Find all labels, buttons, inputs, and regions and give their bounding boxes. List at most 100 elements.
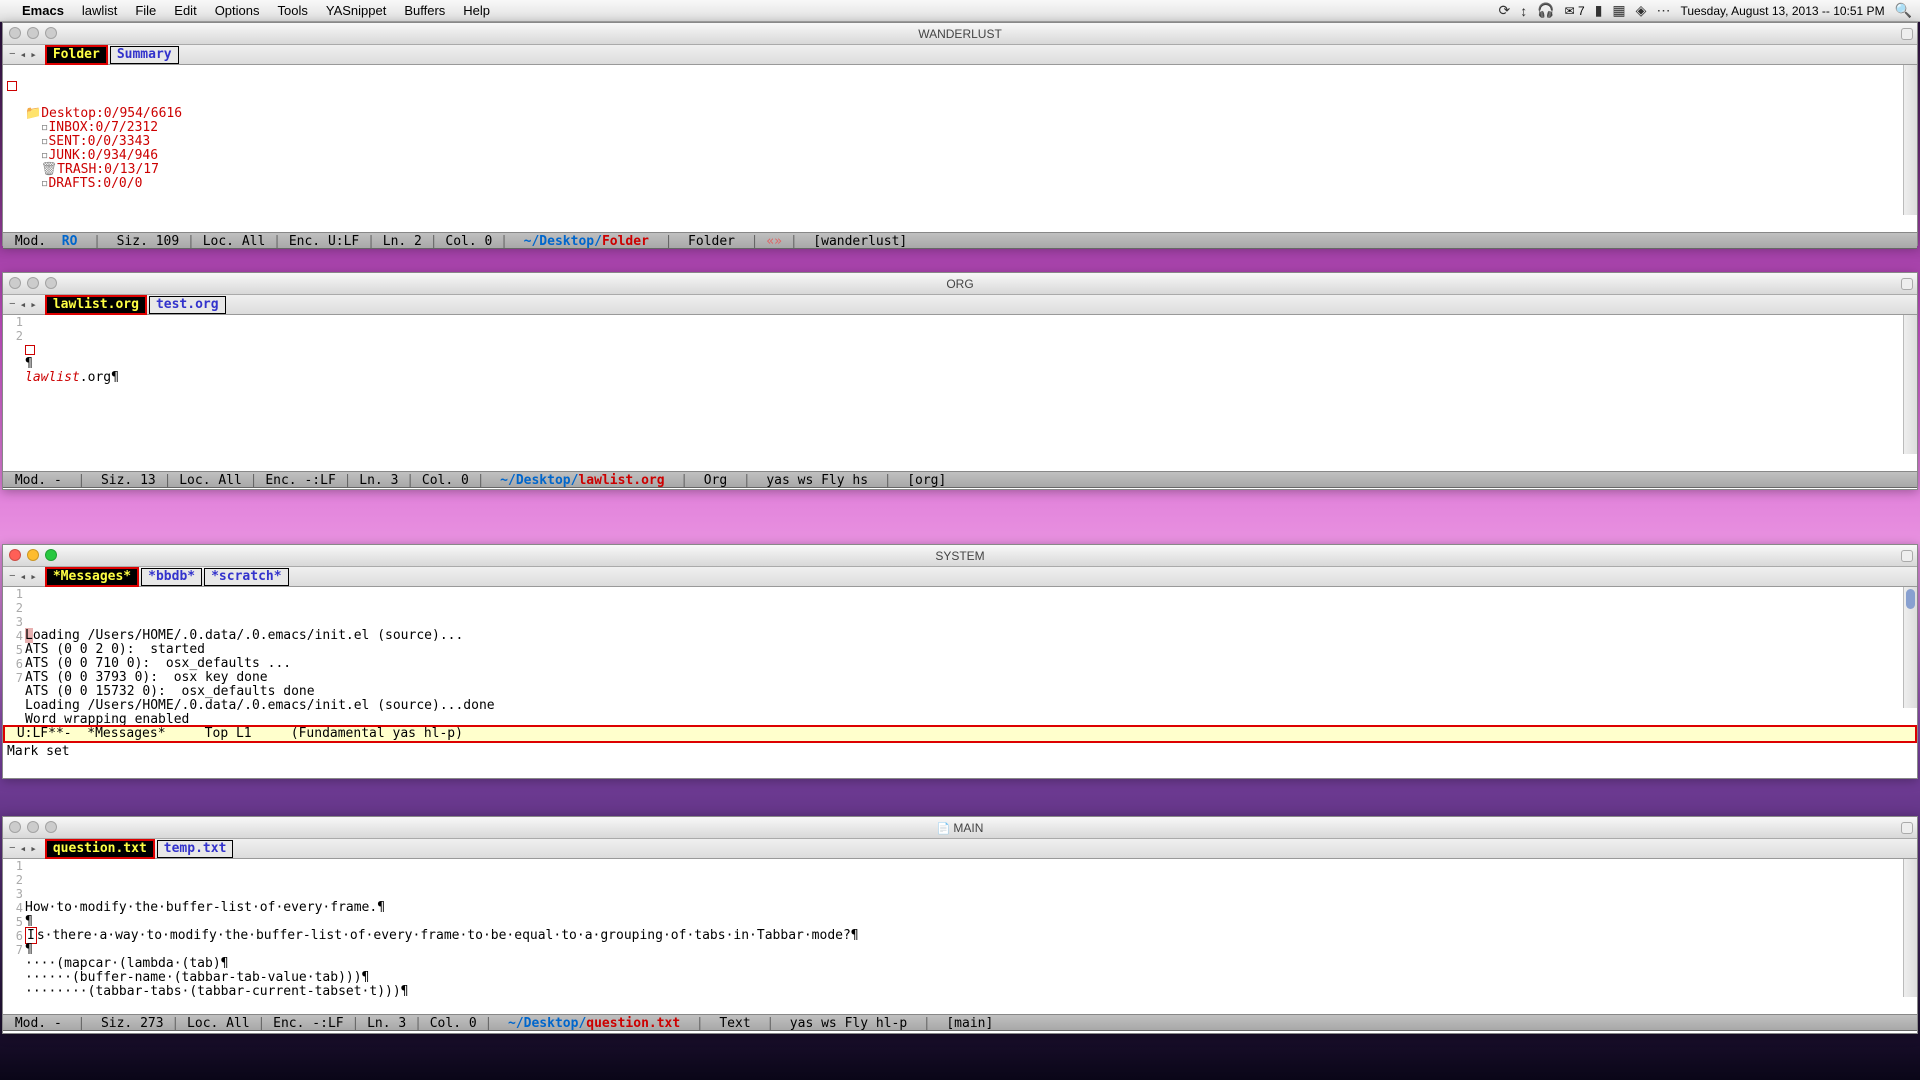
folder-desktop[interactable]: Desktop:0/954/6616 bbox=[41, 106, 182, 121]
text-line: ····(mapcar·(lambda·(tab)¶ bbox=[25, 956, 229, 971]
mail-icon[interactable]: ✉ 7 bbox=[1565, 4, 1585, 18]
close-button[interactable] bbox=[9, 27, 21, 39]
close-button[interactable] bbox=[9, 549, 21, 561]
wifi-icon[interactable]: ◈ bbox=[1636, 2, 1647, 19]
tabbar-nav[interactable]: −◂▸ bbox=[7, 570, 39, 584]
msg-line: oading /Users/HOME/.0.data/.0.emacs/init… bbox=[33, 628, 463, 643]
battery-icon[interactable]: ▮ bbox=[1595, 2, 1603, 19]
traffic-lights[interactable] bbox=[9, 277, 57, 289]
modeline-wanderlust: Mod. RO | Siz. 109 | Loc. All | Enc. U:L… bbox=[3, 232, 1917, 249]
tabbar-nav[interactable]: −◂▸ bbox=[7, 48, 39, 62]
dropbox-icon[interactable]: ⟳ bbox=[1498, 2, 1510, 19]
tab-messages[interactable]: *Messages* bbox=[45, 567, 139, 587]
scrollbar[interactable] bbox=[1903, 859, 1917, 997]
text-line: ¶ bbox=[25, 942, 33, 957]
minimize-button[interactable] bbox=[27, 277, 39, 289]
zoom-button[interactable] bbox=[45, 821, 57, 833]
buffer-folder[interactable]: 📁Desktop:0/954/6616 ▫INBOX:0/7/2312 ▫SEN… bbox=[3, 65, 1917, 232]
scrollbar[interactable] bbox=[1903, 65, 1917, 215]
cursor-indicator bbox=[25, 345, 35, 355]
line-numbers: 1 2 3 4 5 6 7 bbox=[3, 587, 23, 685]
resize-grip-icon[interactable] bbox=[1901, 822, 1913, 834]
menu-item-yasnippet[interactable]: YASnippet bbox=[326, 3, 386, 18]
menubar-right: ⟳ ↕ 🎧 ✉ 7 ▮ ▦ ◈ ⋯ Tuesday, August 13, 20… bbox=[1498, 2, 1912, 19]
title-text: WANDERLUST bbox=[918, 27, 1002, 41]
msg-line: Loading /Users/HOME/.0.data/.0.emacs/ini… bbox=[25, 698, 495, 713]
resize-grip-icon[interactable] bbox=[1901, 278, 1913, 290]
folder-trash[interactable]: TRASH:0/13/17 bbox=[57, 162, 159, 177]
frame-org: ORG −◂▸ lawlist.org test.org 1 2 ¶ lawli… bbox=[2, 272, 1918, 490]
titlebar-org[interactable]: ORG bbox=[3, 273, 1917, 295]
folder-drafts[interactable]: DRAFTS:0/0/0 bbox=[48, 176, 142, 191]
menu-item-lawlist[interactable]: lawlist bbox=[82, 3, 117, 18]
msg-line: ATS (0 0 710 0): osx_defaults ... bbox=[25, 656, 291, 671]
zoom-button[interactable] bbox=[45, 549, 57, 561]
traffic-lights[interactable] bbox=[9, 821, 57, 833]
line-numbers: 1 2 bbox=[3, 315, 23, 343]
menu-item-file[interactable]: File bbox=[135, 3, 156, 18]
scrollbar[interactable] bbox=[1903, 315, 1917, 454]
scrollbar[interactable] bbox=[1903, 587, 1917, 708]
text-line: How·to·modify·the·buffer-list·of·every·f… bbox=[25, 900, 385, 915]
close-button[interactable] bbox=[9, 821, 21, 833]
msg-line: ATS (0 0 3793 0): osx key done bbox=[25, 670, 268, 685]
display-icon[interactable]: ▦ bbox=[1612, 2, 1625, 19]
spotlight-icon[interactable]: 🔍 bbox=[1895, 2, 1912, 19]
tab-temp-txt[interactable]: temp.txt bbox=[157, 840, 234, 858]
headphones-icon[interactable]: 🎧 bbox=[1537, 2, 1554, 19]
folder-inbox[interactable]: INBOX:0/7/2312 bbox=[48, 120, 158, 135]
text-line: s·there·a·way·to·modify·the·buffer-list·… bbox=[37, 928, 859, 943]
text-line: ······(buffer-name·(tabbar-tab-value·tab… bbox=[25, 970, 369, 985]
tabbar-nav[interactable]: −◂▸ bbox=[7, 298, 39, 312]
msg-line: Word wrapping enabled bbox=[25, 712, 189, 725]
traffic-lights[interactable] bbox=[9, 549, 57, 561]
folder-junk[interactable]: JUNK:0/934/946 bbox=[48, 148, 158, 163]
buffer-question[interactable]: 1 2 3 4 5 6 7 How·to·modify·the·buffer-l… bbox=[3, 859, 1917, 1014]
titlebar-wanderlust[interactable]: WANDERLUST bbox=[3, 23, 1917, 45]
minimize-button[interactable] bbox=[27, 27, 39, 39]
folder-sent[interactable]: SENT:0/0/3343 bbox=[48, 134, 150, 149]
menu-item-help[interactable]: Help bbox=[463, 3, 490, 18]
menu-item-edit[interactable]: Edit bbox=[174, 3, 196, 18]
sync-icon[interactable]: ↕ bbox=[1520, 3, 1527, 19]
frame-wanderlust: WANDERLUST −◂▸ Folder Summary 📁Desktop:0… bbox=[2, 22, 1918, 246]
titlebar-main[interactable]: 📄 MAIN bbox=[3, 817, 1917, 839]
titlebar-system[interactable]: SYSTEM bbox=[3, 545, 1917, 567]
frame-system: SYSTEM −◂▸ *Messages* *bbdb* *scratch* 1… bbox=[2, 544, 1918, 779]
buffer-messages[interactable]: 1 2 3 4 5 6 7 Loading /Users/HOME/.0.dat… bbox=[3, 587, 1917, 725]
text-line: ········(tabbar-tabs·(tabbar-current-tab… bbox=[25, 984, 409, 999]
minimize-button[interactable] bbox=[27, 549, 39, 561]
menu-extra-icon[interactable]: ⋯ bbox=[1656, 2, 1670, 19]
minimize-button[interactable] bbox=[27, 821, 39, 833]
close-button[interactable] bbox=[9, 277, 21, 289]
traffic-lights[interactable] bbox=[9, 27, 57, 39]
modeline-main: Mod. - | Siz. 273 | Loc. All | Enc. -:LF… bbox=[3, 1014, 1917, 1031]
buffer-org[interactable]: 1 2 ¶ lawlist.org¶ bbox=[3, 315, 1917, 471]
zoom-button[interactable] bbox=[45, 277, 57, 289]
tabbar-org: −◂▸ lawlist.org test.org bbox=[3, 295, 1917, 315]
resize-grip-icon[interactable] bbox=[1901, 550, 1913, 562]
clock[interactable]: Tuesday, August 13, 2013 -- 10:51 PM bbox=[1680, 4, 1884, 18]
menu-item-buffers[interactable]: Buffers bbox=[404, 3, 445, 18]
tab-test-org[interactable]: test.org bbox=[149, 296, 226, 314]
cursor-indicator bbox=[7, 81, 17, 91]
zoom-button[interactable] bbox=[45, 27, 57, 39]
tab-scratch[interactable]: *scratch* bbox=[204, 568, 288, 586]
app-name[interactable]: Emacs bbox=[22, 3, 64, 18]
menu-item-options[interactable]: Options bbox=[215, 3, 260, 18]
tabbar-wanderlust: −◂▸ Folder Summary bbox=[3, 45, 1917, 65]
tab-lawlist-org[interactable]: lawlist.org bbox=[45, 295, 147, 315]
title-text: ORG bbox=[946, 277, 973, 291]
tab-question-txt[interactable]: question.txt bbox=[45, 839, 155, 859]
mac-menubar: Emacs lawlist File Edit Options Tools YA… bbox=[0, 0, 1920, 22]
line-numbers: 1 2 3 4 5 6 7 bbox=[3, 859, 23, 957]
resize-grip-icon[interactable] bbox=[1901, 28, 1913, 40]
tab-folder[interactable]: Folder bbox=[45, 45, 108, 65]
tabbar-nav[interactable]: −◂▸ bbox=[7, 842, 39, 856]
menu-item-tools[interactable]: Tools bbox=[278, 3, 308, 18]
modeline-system-active: U:LF**- *Messages* Top L1 (Fundamental y… bbox=[3, 725, 1917, 743]
modeline-org: Mod. - | Siz. 13 | Loc. All | Enc. -:LF … bbox=[3, 471, 1917, 488]
tab-bbdb[interactable]: *bbdb* bbox=[141, 568, 202, 586]
tabbar-main: −◂▸ question.txt temp.txt bbox=[3, 839, 1917, 859]
tab-summary[interactable]: Summary bbox=[110, 46, 179, 64]
